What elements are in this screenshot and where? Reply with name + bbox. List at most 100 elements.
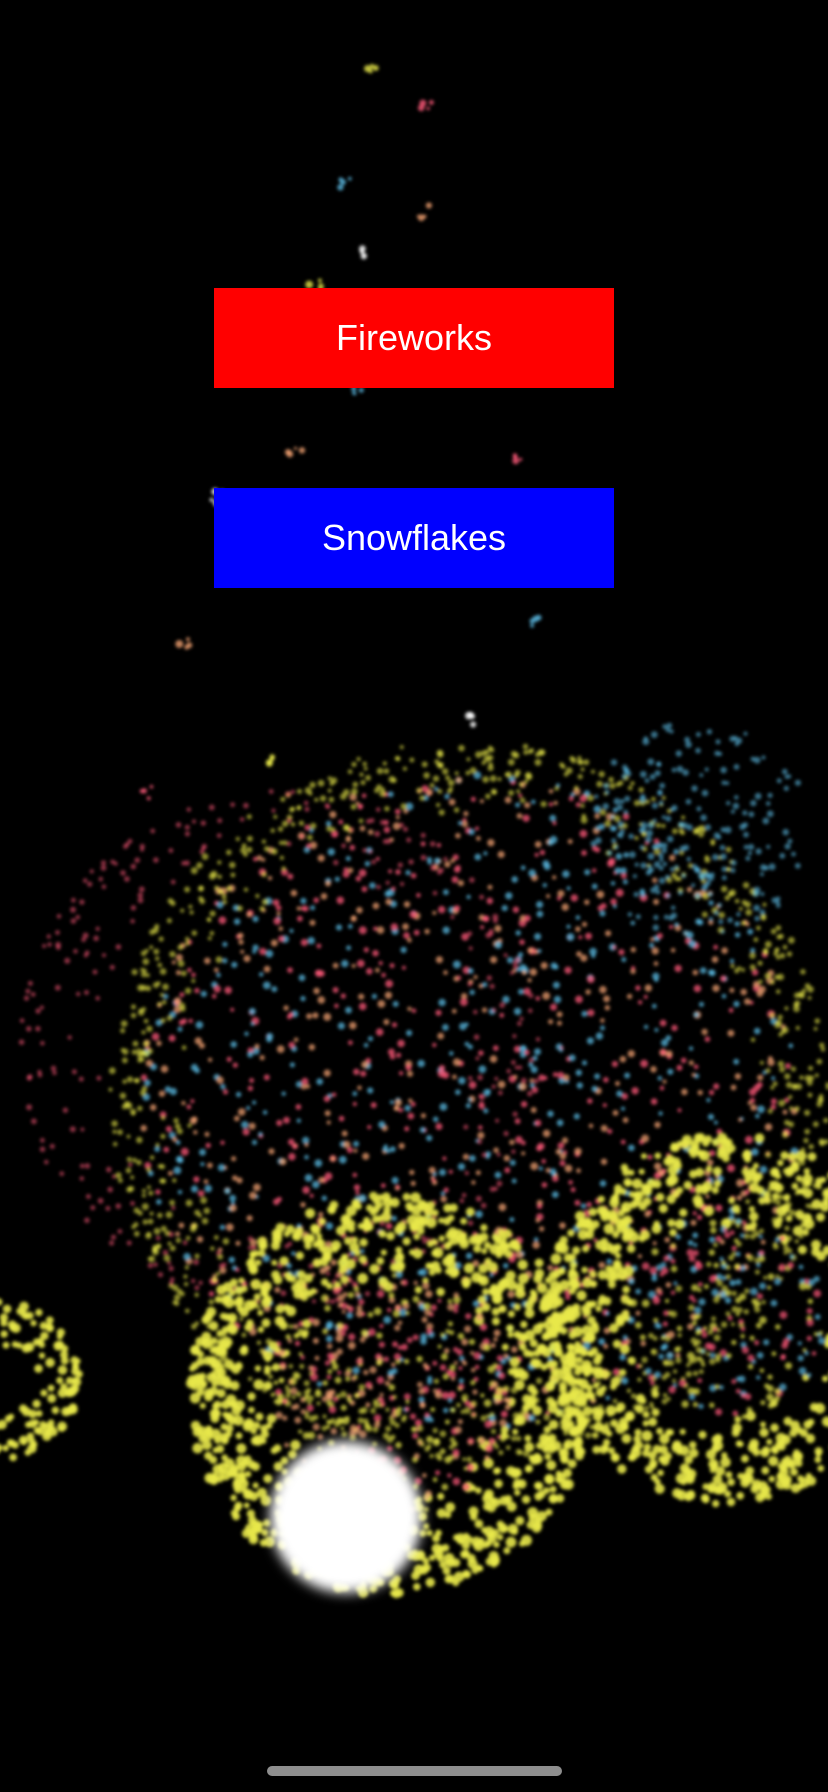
- particle: [613, 1189, 621, 1196]
- particle: [756, 925, 761, 931]
- particle: [402, 1192, 411, 1201]
- particle: [732, 1423, 742, 1433]
- particle: [448, 798, 456, 806]
- particle: [279, 1256, 289, 1266]
- particle: [493, 1147, 499, 1153]
- particle: [477, 1275, 486, 1284]
- particle: [381, 972, 386, 978]
- particle: [250, 1279, 262, 1290]
- particle: [725, 1471, 733, 1479]
- particle: [720, 885, 728, 893]
- particle: [676, 1186, 684, 1194]
- particle: [710, 841, 715, 846]
- particle: [350, 915, 357, 922]
- particle: [348, 827, 354, 833]
- particle: [442, 926, 450, 934]
- particle: [709, 1236, 716, 1243]
- particle: [356, 959, 365, 968]
- particle: [160, 1178, 167, 1184]
- particle: [679, 1208, 688, 1217]
- particle: [519, 939, 525, 945]
- particle: [478, 1050, 484, 1056]
- particle: [758, 1228, 764, 1234]
- particle: [126, 1076, 134, 1083]
- snowflakes-button[interactable]: Snowflakes: [214, 488, 614, 588]
- particle: [391, 777, 397, 784]
- particle: [527, 947, 534, 954]
- particle: [528, 869, 537, 877]
- particle: [529, 968, 538, 976]
- particle: [784, 843, 791, 850]
- particle: [209, 1455, 218, 1464]
- fireworks-button[interactable]: Fireworks: [214, 288, 614, 388]
- particle: [345, 856, 351, 861]
- particle: [816, 1058, 823, 1065]
- particle: [665, 815, 672, 822]
- particle: [156, 1199, 162, 1205]
- particle: [775, 947, 780, 952]
- particle: [97, 1197, 104, 1204]
- particle: [427, 859, 432, 865]
- particle: [188, 1018, 193, 1024]
- particle: [698, 1430, 707, 1439]
- particle: [466, 894, 471, 900]
- particle: [383, 1206, 391, 1214]
- particle: [776, 896, 781, 901]
- particle: [418, 1388, 425, 1395]
- particle: [462, 1361, 468, 1366]
- particle: [669, 924, 674, 930]
- particle: [340, 1275, 349, 1284]
- particle: [509, 1217, 515, 1223]
- particle: [688, 1169, 698, 1179]
- particle: [71, 1367, 80, 1376]
- particle: [688, 1441, 697, 1449]
- particle: [391, 1022, 398, 1028]
- particle: [45, 1357, 55, 1368]
- particle: [307, 834, 313, 841]
- particle: [310, 822, 317, 830]
- particle: [731, 1204, 741, 1214]
- particle: [428, 1269, 436, 1276]
- particle: [638, 787, 644, 793]
- particle: [49, 1143, 55, 1149]
- particle: [480, 1224, 488, 1232]
- particle: [230, 1494, 237, 1502]
- particle: [745, 909, 753, 916]
- spark-particle: [146, 796, 151, 801]
- particle: [721, 875, 727, 881]
- particle: [194, 1292, 199, 1298]
- particle: [688, 1490, 695, 1497]
- particle: [208, 1299, 215, 1305]
- particle: [233, 918, 241, 925]
- particle: [250, 1021, 255, 1026]
- particle: [762, 902, 767, 907]
- particle: [633, 800, 641, 807]
- particle: [0, 1319, 8, 1327]
- particle: [588, 1207, 597, 1217]
- particle: [341, 1416, 350, 1425]
- particle: [532, 1405, 542, 1416]
- particle: [240, 949, 245, 954]
- particle: [706, 873, 711, 878]
- particle: [488, 928, 494, 934]
- particle: [349, 1021, 357, 1030]
- particle: [304, 806, 310, 812]
- particle: [503, 1155, 510, 1162]
- particle: [803, 1218, 815, 1230]
- particle: [108, 1067, 116, 1075]
- particle: [0, 1298, 3, 1306]
- particle: [536, 1442, 544, 1450]
- particle: [528, 992, 534, 999]
- particle: [394, 1099, 402, 1107]
- particle: [167, 1170, 173, 1176]
- particle: [660, 1039, 669, 1047]
- particle: [201, 1331, 212, 1342]
- particle: [713, 1179, 722, 1188]
- particle: [323, 1095, 331, 1103]
- particle: [388, 869, 393, 874]
- particle: [391, 1273, 397, 1278]
- particle: [652, 877, 658, 883]
- particle: [435, 956, 443, 964]
- particle: [666, 1194, 676, 1204]
- particle: [795, 1150, 807, 1162]
